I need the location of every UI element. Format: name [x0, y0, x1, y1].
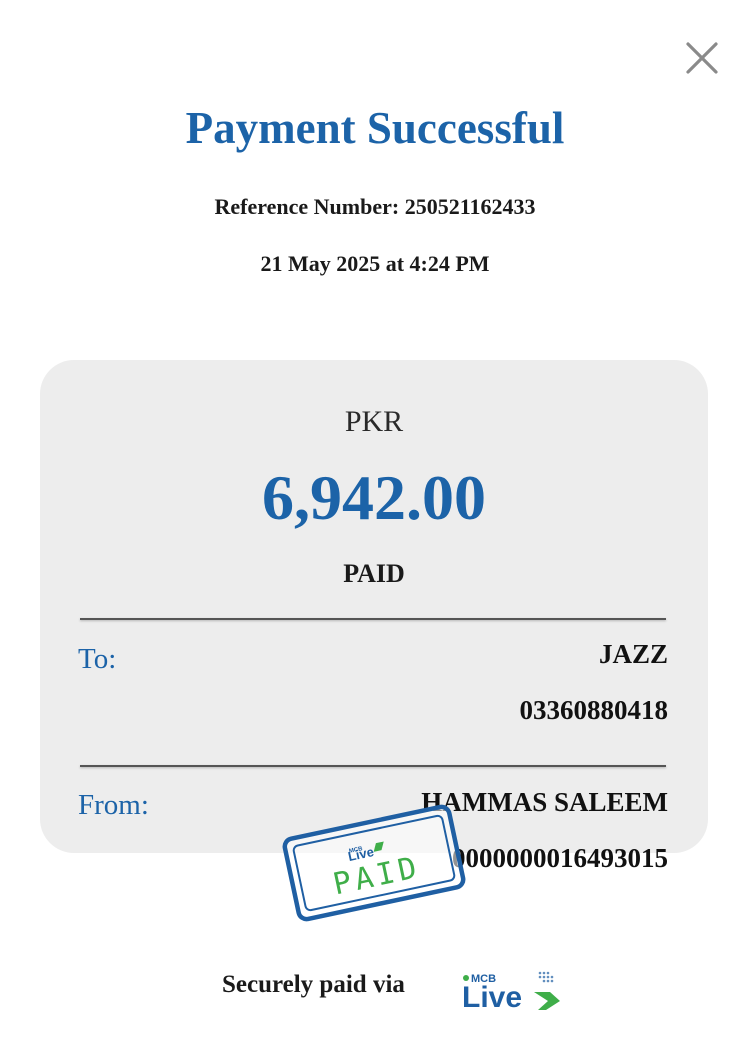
amount-value: 6,942.00 — [262, 462, 486, 533]
recipient-account: 03360880418 — [519, 695, 669, 725]
transaction-datetime: 21 May 2025 at 4:24 PM — [260, 251, 490, 276]
divider — [80, 765, 666, 767]
footer-text: Securely paid via — [222, 971, 405, 998]
recipient-name: JAZZ — [598, 639, 668, 669]
from-label: From: — [78, 789, 149, 821]
mcb-live-logo: MCB Live — [462, 971, 560, 1012]
close-icon — [686, 42, 718, 74]
to-label: To: — [78, 643, 117, 675]
page-title: Payment Successful — [185, 103, 565, 153]
sender-account: 0000000016493015 — [452, 843, 668, 873]
reference-number: Reference Number: 250521162433 — [214, 194, 536, 219]
logo-text: Live — [462, 981, 522, 1012]
close-button[interactable] — [684, 40, 720, 76]
paid-stamp: MCB Live PAID — [282, 804, 466, 922]
currency-label: PKR — [344, 405, 404, 438]
payment-status: PAID — [343, 559, 405, 588]
divider — [80, 618, 666, 620]
